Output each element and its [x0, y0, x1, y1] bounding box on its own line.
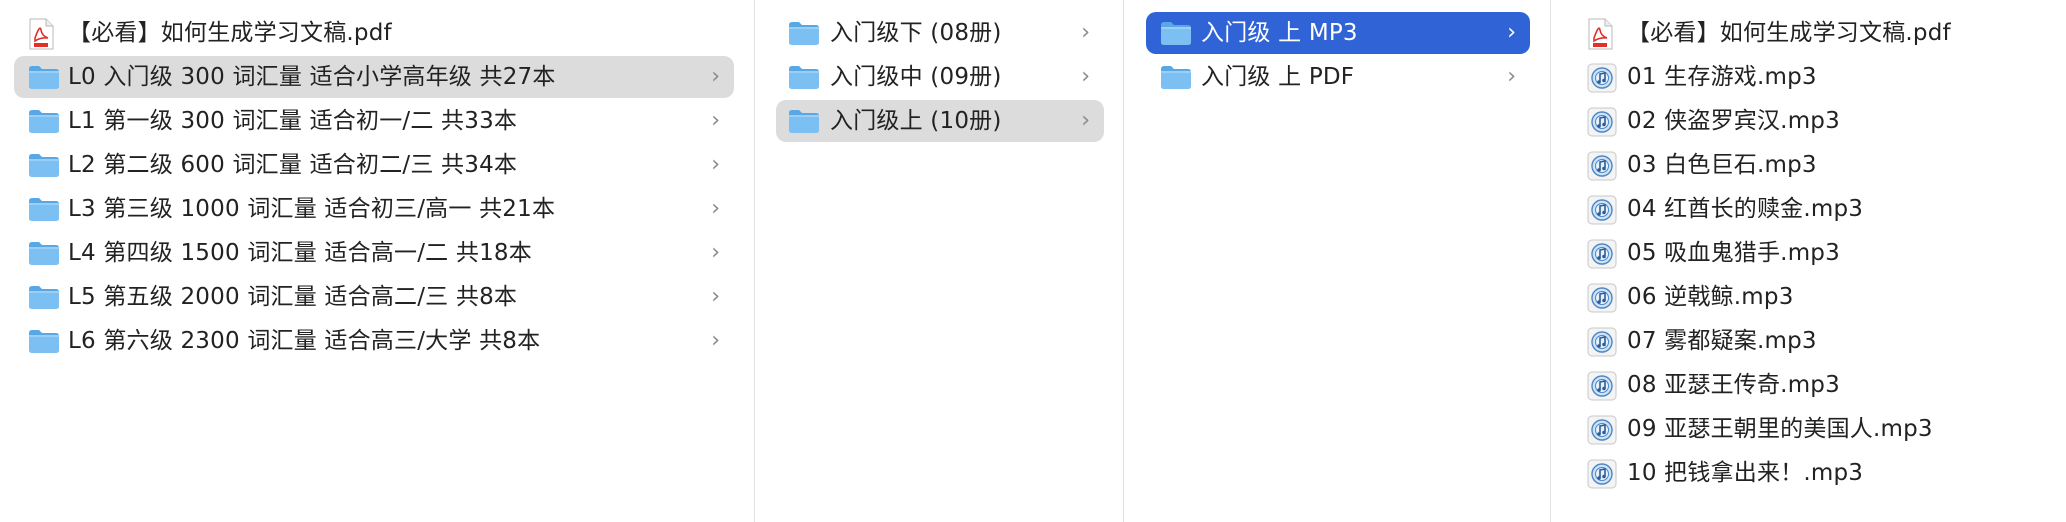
- item-label: 04 红酋长的赎金.mp3: [1627, 196, 1864, 222]
- file-item[interactable]: 01 生存游戏.mp3: [1575, 56, 2035, 98]
- chevron-right-icon: ›: [711, 196, 720, 221]
- file-item[interactable]: 【必看】如何生成学习文稿.pdf: [14, 12, 734, 54]
- file-item[interactable]: 08 亚瑟王传奇.mp3: [1575, 364, 2035, 406]
- mp3-icon: [1587, 107, 1617, 137]
- folder-icon: [28, 64, 60, 90]
- column-2[interactable]: 入门级下 (08册) › 入门级中 (09册) › 入门级上 (10册) ›: [755, 0, 1124, 522]
- item-label: L0 入门级 300 词汇量 适合小学高年级 共27本: [68, 64, 556, 90]
- item-label: 入门级中 (09册): [830, 64, 1002, 90]
- folder-item[interactable]: 入门级上 (10册) ›: [776, 100, 1104, 142]
- column-4[interactable]: 【必看】如何生成学习文稿.pdf 01 生存游戏.mp3 02 侠盗罗宾汉.mp3 0…: [1551, 0, 2066, 522]
- folder-item[interactable]: L6 第六级 2300 词汇量 适合高三/大学 共8本 ›: [14, 320, 734, 362]
- file-item[interactable]: 【必看】如何生成学习文稿.pdf: [1575, 12, 2035, 54]
- item-label: L1 第一级 300 词汇量 适合初一/二 共33本: [68, 108, 518, 134]
- chevron-right-icon: ›: [711, 64, 720, 89]
- item-label: 10 把钱拿出来！.mp3: [1627, 460, 1864, 486]
- folder-icon: [1160, 20, 1192, 46]
- chevron-right-icon: ›: [711, 152, 720, 177]
- mp3-icon: [1587, 371, 1617, 401]
- item-label: 【必看】如何生成学习文稿.pdf: [1627, 20, 1951, 46]
- item-label: 09 亚瑟王朝里的美国人.mp3: [1627, 416, 1933, 442]
- pdf-icon: [28, 18, 54, 50]
- mp3-icon: [1587, 459, 1617, 489]
- file-item[interactable]: 06 逆戟鲸.mp3: [1575, 276, 2035, 318]
- folder-item[interactable]: 入门级中 (09册) ›: [776, 56, 1104, 98]
- pdf-icon: [1587, 18, 1613, 50]
- file-item[interactable]: 03 白色巨石.mp3: [1575, 144, 2035, 186]
- folder-icon: [788, 20, 820, 46]
- folder-icon: [28, 240, 60, 266]
- folder-item[interactable]: L4 第四级 1500 词汇量 适合高一/二 共18本 ›: [14, 232, 734, 274]
- mp3-icon: [1587, 415, 1617, 445]
- item-label: 02 侠盗罗宾汉.mp3: [1627, 108, 1840, 134]
- file-item[interactable]: 04 红酋长的赎金.mp3: [1575, 188, 2035, 230]
- item-label: 03 白色巨石.mp3: [1627, 152, 1817, 178]
- item-label: 入门级 上 PDF: [1201, 64, 1355, 90]
- item-label: L3 第三级 1000 词汇量 适合初三/高一 共21本: [68, 196, 556, 222]
- chevron-right-icon: ›: [1507, 20, 1516, 45]
- folder-item[interactable]: 入门级 上 MP3 ›: [1146, 12, 1530, 54]
- chevron-right-icon: ›: [711, 284, 720, 309]
- item-label: L2 第二级 600 词汇量 适合初二/三 共34本: [68, 152, 518, 178]
- folder-item[interactable]: L0 入门级 300 词汇量 适合小学高年级 共27本 ›: [14, 56, 734, 98]
- finder-column-browser: 【必看】如何生成学习文稿.pdf L0 入门级 300 词汇量 适合小学高年级 共…: [0, 0, 2066, 522]
- item-label: 【必看】如何生成学习文稿.pdf: [68, 20, 392, 46]
- chevron-right-icon: ›: [1081, 64, 1090, 89]
- item-label: L4 第四级 1500 词汇量 适合高一/二 共18本: [68, 240, 532, 266]
- folder-item[interactable]: 入门级 上 PDF ›: [1146, 56, 1530, 98]
- file-item[interactable]: 07 雾都疑案.mp3: [1575, 320, 2035, 362]
- folder-icon: [28, 152, 60, 178]
- mp3-icon: [1587, 283, 1617, 313]
- item-label: 入门级上 (10册): [830, 108, 1002, 134]
- folder-item[interactable]: 入门级下 (08册) ›: [776, 12, 1104, 54]
- file-item[interactable]: 10 把钱拿出来！.mp3: [1575, 452, 2035, 494]
- chevron-right-icon: ›: [711, 108, 720, 133]
- folder-icon: [28, 108, 60, 134]
- file-item[interactable]: 05 吸血鬼猎手.mp3: [1575, 232, 2035, 274]
- file-item[interactable]: 09 亚瑟王朝里的美国人.mp3: [1575, 408, 2035, 450]
- chevron-right-icon: ›: [1081, 108, 1090, 133]
- folder-item[interactable]: L2 第二级 600 词汇量 适合初二/三 共34本 ›: [14, 144, 734, 186]
- file-item[interactable]: 02 侠盗罗宾汉.mp3: [1575, 100, 2035, 142]
- folder-item[interactable]: L3 第三级 1000 词汇量 适合初三/高一 共21本 ›: [14, 188, 734, 230]
- chevron-right-icon: ›: [1081, 20, 1090, 45]
- chevron-right-icon: ›: [711, 240, 720, 265]
- item-label: 入门级下 (08册): [830, 20, 1002, 46]
- column-3[interactable]: 入门级 上 MP3 › 入门级 上 PDF ›: [1124, 0, 1551, 522]
- folder-icon: [1160, 64, 1192, 90]
- folder-item[interactable]: L5 第五级 2000 词汇量 适合高二/三 共8本 ›: [14, 276, 734, 318]
- item-label: 08 亚瑟王传奇.mp3: [1627, 372, 1840, 398]
- mp3-icon: [1587, 151, 1617, 181]
- mp3-icon: [1587, 63, 1617, 93]
- column-1[interactable]: 【必看】如何生成学习文稿.pdf L0 入门级 300 词汇量 适合小学高年级 共…: [0, 0, 755, 522]
- mp3-icon: [1587, 327, 1617, 357]
- item-label: L6 第六级 2300 词汇量 适合高三/大学 共8本: [68, 328, 541, 354]
- item-label: 01 生存游戏.mp3: [1627, 64, 1817, 90]
- item-label: 05 吸血鬼猎手.mp3: [1627, 240, 1840, 266]
- mp3-icon: [1587, 239, 1617, 269]
- item-label: 07 雾都疑案.mp3: [1627, 328, 1817, 354]
- item-label: 入门级 上 MP3: [1201, 20, 1358, 46]
- folder-icon: [28, 284, 60, 310]
- folder-icon: [788, 108, 820, 134]
- chevron-right-icon: ›: [1507, 64, 1516, 89]
- mp3-icon: [1587, 195, 1617, 225]
- folder-icon: [788, 64, 820, 90]
- chevron-right-icon: ›: [711, 328, 720, 353]
- folder-icon: [28, 328, 60, 354]
- item-label: L5 第五级 2000 词汇量 适合高二/三 共8本: [68, 284, 518, 310]
- folder-icon: [28, 196, 60, 222]
- folder-item[interactable]: L1 第一级 300 词汇量 适合初一/二 共33本 ›: [14, 100, 734, 142]
- item-label: 06 逆戟鲸.mp3: [1627, 284, 1794, 310]
